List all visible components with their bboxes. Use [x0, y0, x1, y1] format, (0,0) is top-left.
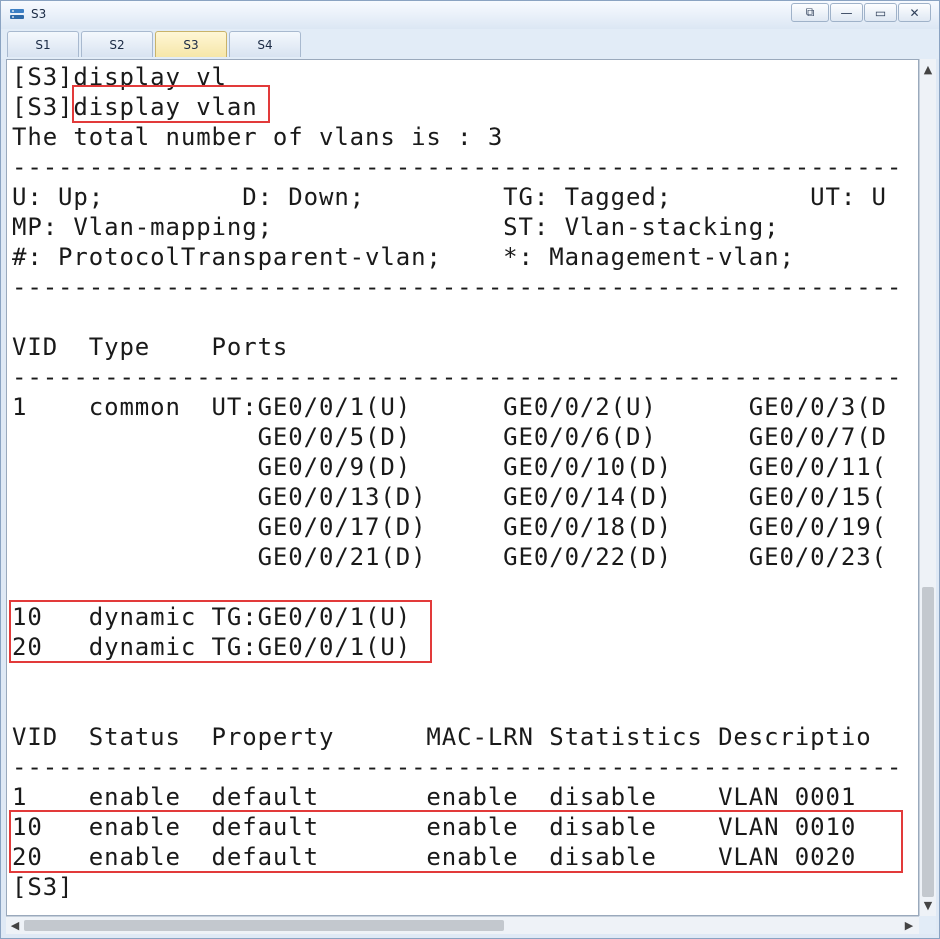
tab-bar: S1 S2 S3 S4	[1, 29, 939, 59]
minimize-button[interactable]: —	[830, 3, 863, 22]
terminal-line: 1 common UT:GE0/0/1(U) GE0/0/2(U) GE0/0/…	[12, 393, 887, 421]
terminal-line: GE0/0/21(D) GE0/0/22(D) GE0/0/23(	[12, 543, 887, 571]
terminal-line: [S3]display vl	[12, 63, 227, 91]
horizontal-scrollbar[interactable]: ◀ ▶	[6, 916, 919, 934]
maximize-button[interactable]: ▭	[864, 3, 897, 22]
close-button[interactable]: ✕	[898, 3, 931, 22]
network-device-icon	[10, 9, 24, 19]
terminal-line: GE0/0/17(D) GE0/0/18(D) GE0/0/19(	[12, 513, 887, 541]
tab-s3[interactable]: S3	[155, 31, 227, 57]
terminal-line: GE0/0/5(D) GE0/0/6(D) GE0/0/7(D	[12, 423, 887, 451]
terminal-output[interactable]: [S3]display vl [S3]display vlan The total …	[6, 59, 919, 916]
restore-button[interactable]: ⧉	[791, 3, 829, 22]
terminal-line: [S3]	[12, 873, 74, 901]
terminal-line: U: Up; D: Down; TG: Tagged; UT: U	[12, 183, 887, 211]
tab-s4[interactable]: S4	[229, 31, 301, 57]
terminal-line: 20 dynamic TG:GE0/0/1(U)	[12, 633, 412, 661]
terminal-line: VID Status Property MAC-LRN Statistics D…	[12, 723, 872, 751]
terminal-line: The total number of vlans is : 3	[12, 123, 504, 151]
vertical-scrollbar[interactable]: ▲ ▼	[919, 59, 936, 916]
terminal-line: 1 enable default enable disable VLAN 000…	[12, 783, 857, 811]
tab-s1[interactable]: S1	[7, 31, 79, 57]
terminal-line: ----------------------------------------…	[12, 153, 903, 181]
terminal-line: 10 dynamic TG:GE0/0/1(U)	[12, 603, 412, 631]
terminal-line: MP: Vlan-mapping; ST: Vlan-stacking;	[12, 213, 780, 241]
terminal-line: VID Type Ports	[12, 333, 289, 361]
scrollbar-corner	[919, 916, 936, 934]
title-bar[interactable]: S3 ⧉ — ▭ ✕	[1, 1, 939, 30]
terminal-line: 10 enable default enable disable VLAN 00…	[12, 813, 857, 841]
horizontal-scroll-thumb[interactable]	[24, 920, 504, 931]
scroll-right-icon[interactable]: ▶	[901, 917, 917, 934]
vertical-scroll-thumb[interactable]	[922, 587, 934, 897]
terminal-line: [S3]display vlan	[12, 93, 258, 121]
terminal-line: #: ProtocolTransparent-vlan; *: Manageme…	[12, 243, 795, 271]
scroll-up-icon[interactable]: ▲	[920, 61, 936, 77]
scroll-left-icon[interactable]: ◀	[7, 917, 23, 934]
scroll-down-icon[interactable]: ▼	[920, 897, 936, 913]
terminal-line: GE0/0/13(D) GE0/0/14(D) GE0/0/15(	[12, 483, 887, 511]
window-title: S3	[31, 7, 47, 21]
terminal-window: S3 ⧉ — ▭ ✕ S1 S2 S3 S4 [S3]display vl [S3…	[0, 0, 940, 939]
terminal-line: ----------------------------------------…	[12, 273, 903, 301]
terminal-line: GE0/0/9(D) GE0/0/10(D) GE0/0/11(	[12, 453, 887, 481]
terminal-line: 20 enable default enable disable VLAN 00…	[12, 843, 857, 871]
terminal-lines: [S3]display vl [S3]display vlan The total …	[12, 62, 902, 902]
terminal-line: ----------------------------------------…	[12, 753, 903, 781]
tab-s2[interactable]: S2	[81, 31, 153, 57]
terminal-line: ----------------------------------------…	[12, 363, 903, 391]
